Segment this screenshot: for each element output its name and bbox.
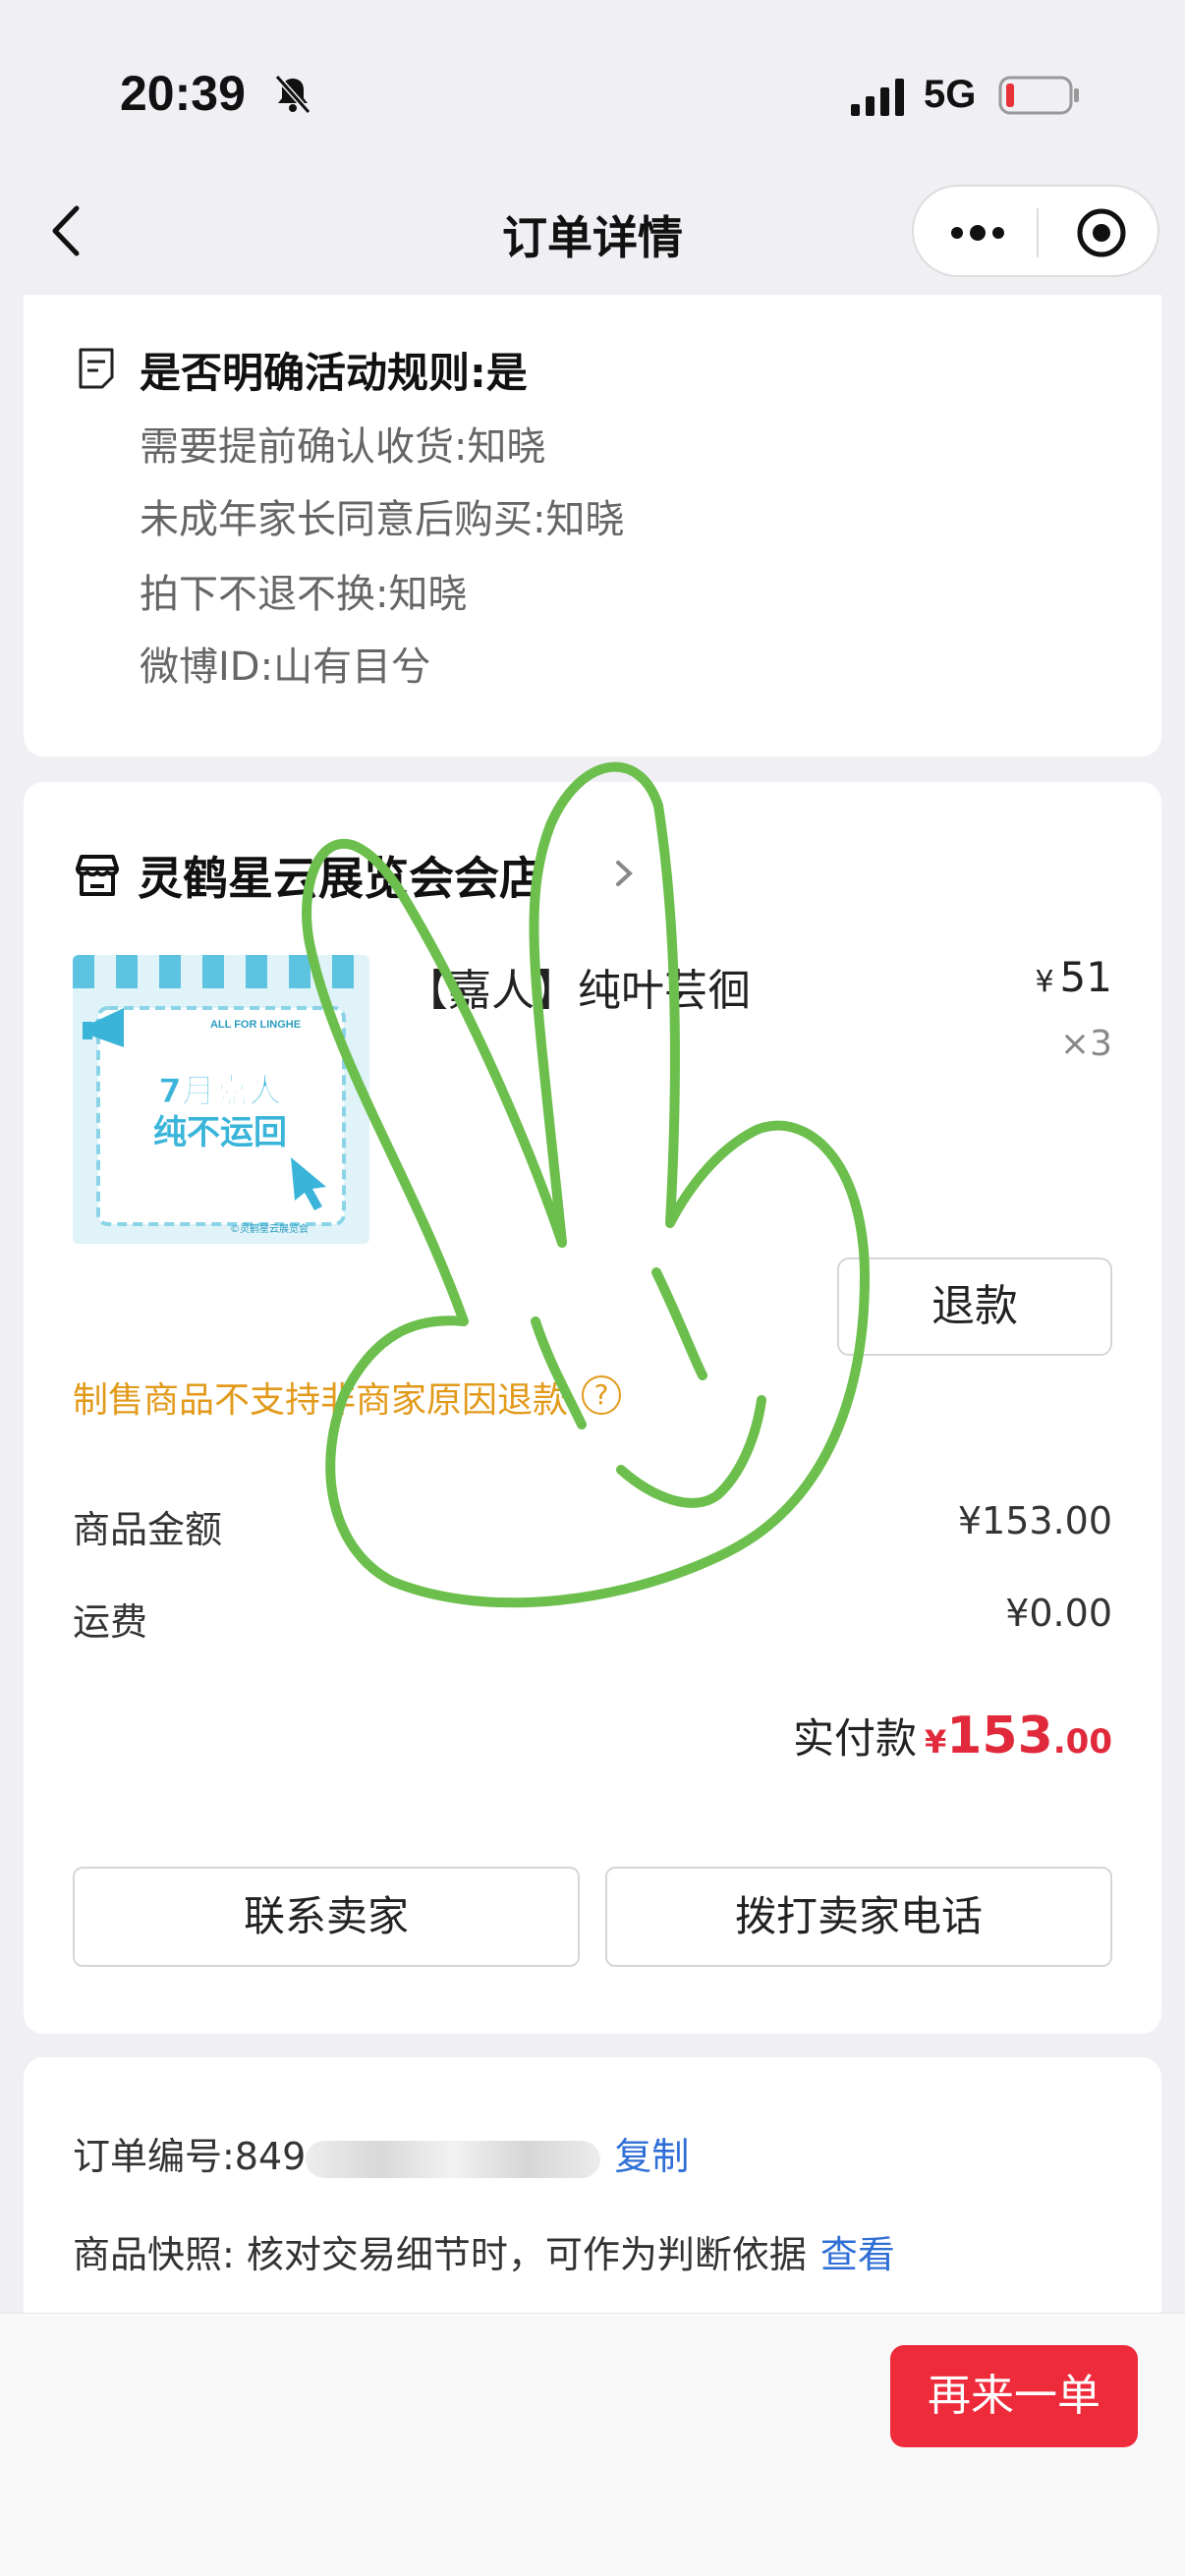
- reorder-button[interactable]: 再来一单: [890, 2345, 1138, 2447]
- mini-program-capsule: [912, 185, 1159, 277]
- rule-line: 需要提前确认收货:知晓: [140, 424, 546, 470]
- rule-line: 拍下不退不换:知晓: [140, 572, 468, 617]
- chevron-right-icon[interactable]: [609, 853, 639, 894]
- order-number: 订单编号:849: [73, 2135, 307, 2178]
- total-label: 实付款: [792, 1714, 917, 1763]
- rule-line: 未成年家长同意后购买:知晓: [140, 497, 625, 542]
- product-quantity: ×3: [1059, 1024, 1112, 1064]
- product-name[interactable]: 【嘉人】纯叶芸徊: [405, 955, 751, 1018]
- snapshot-label: 商品快照: 核对交易细节时，可作为判断依据: [73, 2233, 807, 2276]
- rule-line: 微博ID:山有目兮: [140, 644, 431, 690]
- total-decimal: .00: [1052, 1722, 1112, 1762]
- total-currency: ¥: [924, 1723, 947, 1761]
- contact-seller-button[interactable]: 联系卖家: [73, 1867, 580, 1967]
- help-icon[interactable]: ?: [582, 1375, 621, 1415]
- view-snapshot-link[interactable]: 查看: [820, 2233, 895, 2276]
- goods-amount-label: 商品金额: [73, 1508, 223, 1551]
- thumb-line-1: 7月嘉人: [158, 1072, 282, 1111]
- store-icon[interactable]: [73, 851, 122, 900]
- bell-muted-icon: [274, 75, 311, 114]
- activity-rules-card: 是否明确活动规则:是 需要提前确认收货:知晓 未成年家长同意后购买:知晓 拍下不…: [24, 295, 1161, 756]
- signal-icon: [851, 79, 904, 116]
- close-target-icon[interactable]: [1075, 206, 1128, 259]
- thumb-banner: ALL FOR LINGHE: [210, 1019, 301, 1031]
- order-info-card: 订单编号:849 复制 商品快照: 核对交易细节时，可作为判断依据 查看: [24, 2057, 1161, 2352]
- thumb-footer: ©灵鹤星云展览会: [230, 1222, 309, 1235]
- redacted-order-number: [306, 2140, 601, 2178]
- total-paid: 实付款 ¥153.00: [793, 1706, 1112, 1765]
- battery-icon: [998, 76, 1079, 115]
- total-integer: 153: [946, 1707, 1053, 1765]
- shipping-label: 运费: [73, 1600, 148, 1644]
- snapshot-row: 商品快照: 核对交易细节时，可作为判断依据 查看: [73, 2224, 895, 2278]
- refund-button[interactable]: 退款: [837, 1258, 1112, 1356]
- refund-note: 制售商品不支持非商家原因退款: [73, 1380, 569, 1421]
- rules-title: 是否明确活动规则:是: [140, 349, 528, 397]
- goods-amount-value: ¥153.00: [957, 1499, 1112, 1542]
- currency-symbol: ¥: [1035, 965, 1054, 999]
- document-icon: [79, 348, 114, 389]
- status-time: 20:39: [120, 66, 246, 121]
- price-value: 51: [1059, 953, 1112, 1001]
- product-thumbnail-art: ALL FOR LINGHE 7月嘉人 纯不运回 ©灵鹤星云展览会: [73, 955, 369, 1244]
- order-number-row: 订单编号:849 复制: [73, 2126, 689, 2180]
- product-thumbnail[interactable]: ALL FOR LINGHE 7月嘉人 纯不运回 ©灵鹤星云展览会: [73, 955, 369, 1244]
- capsule-divider: [1037, 208, 1039, 257]
- copy-link[interactable]: 复制: [614, 2135, 689, 2178]
- shipping-value: ¥0.00: [1005, 1592, 1112, 1635]
- product-price: ¥51: [1035, 953, 1112, 1001]
- store-order-card: 灵鹤星云展览会会店 ALL FOR LINGHE 7月嘉人 纯不运回 ©灵鹤星云…: [24, 782, 1161, 2034]
- store-name[interactable]: 灵鹤星云展览会会店: [138, 843, 544, 908]
- network-label: 5G: [924, 73, 977, 116]
- more-dots-icon[interactable]: [943, 213, 1012, 252]
- thumb-line-2: 纯不运回: [153, 1113, 287, 1152]
- bottom-action-bar: 再来一单: [0, 2313, 1185, 2576]
- call-seller-button[interactable]: 拨打卖家电话: [605, 1867, 1112, 1967]
